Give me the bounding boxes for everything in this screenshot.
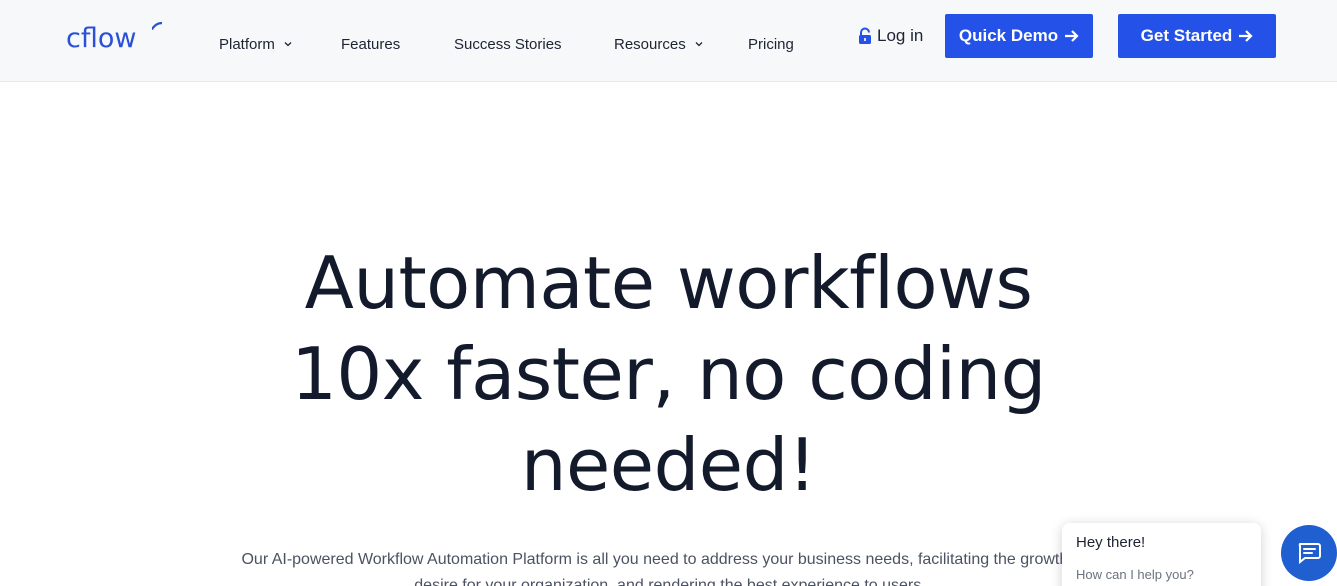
login-link[interactable]: Log in — [857, 22, 923, 50]
hero-headline-line: needed! — [520, 423, 817, 507]
get-started-label: Get Started — [1140, 26, 1233, 45]
arrow-right-icon — [1065, 30, 1079, 42]
cflow-logo[interactable]: cflow — [66, 20, 162, 54]
logo-text: cflow — [66, 23, 137, 54]
nav-item-label: Resources — [614, 35, 686, 53]
nav-item-features[interactable]: Features — [341, 30, 400, 58]
top-navigation-bar: cflow Platform Features Success Stories … — [0, 0, 1337, 82]
nav-item-resources[interactable]: Resources — [614, 30, 704, 58]
nav-item-label: Features — [341, 35, 401, 53]
nav-item-label: Pricing — [748, 35, 794, 53]
get-started-button[interactable]: Get Started — [1118, 14, 1276, 58]
page: cflow Platform Features Success Stories … — [0, 0, 1337, 586]
hero-headline: Automate workflows 10x faster, no coding… — [0, 238, 1337, 511]
chat-greeting-title: Hey there! — [1076, 534, 1146, 551]
login-label: Log in — [877, 26, 924, 45]
chat-icon — [1298, 543, 1321, 564]
nav-item-label: Platform — [219, 35, 275, 53]
quick-demo-label: Quick Demo — [958, 26, 1059, 45]
nav-item-label: Success Stories — [454, 35, 562, 53]
arrow-right-icon — [1239, 30, 1253, 42]
chat-greeting-bubble[interactable]: Hey there! How can I help you? — [1062, 523, 1261, 586]
chevron-down-icon — [284, 42, 292, 47]
chat-launcher-button[interactable] — [1281, 525, 1337, 581]
hero-headline-line: 10x faster, no coding — [291, 332, 1046, 416]
lock-icon — [859, 27, 871, 44]
chat-greeting-subtitle: How can I help you? — [1076, 567, 1194, 582]
chevron-down-icon — [695, 42, 703, 47]
quick-demo-button[interactable]: Quick Demo — [945, 14, 1093, 58]
logo-swoosh-icon — [152, 22, 162, 30]
nav-item-platform[interactable]: Platform — [219, 30, 293, 58]
nav-item-success-stories[interactable]: Success Stories — [454, 30, 562, 58]
hero-headline-line: Automate workflows — [304, 241, 1033, 325]
hero-subtitle: Our AI-powered Workflow Automation Platf… — [241, 551, 1099, 586]
nav-item-pricing[interactable]: Pricing — [748, 30, 794, 58]
